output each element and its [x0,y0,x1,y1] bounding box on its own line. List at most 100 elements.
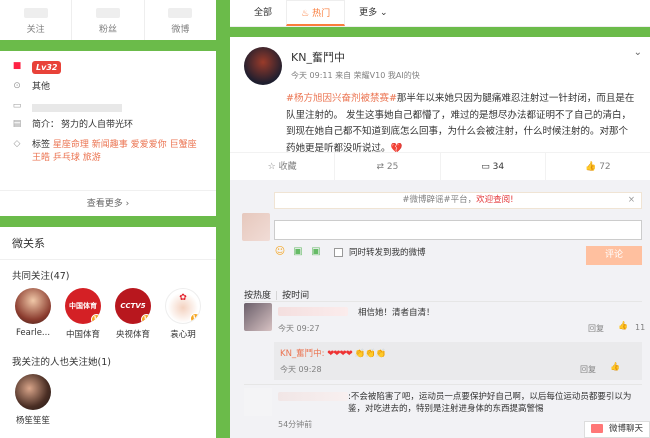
commenter-avatar[interactable] [244,388,272,416]
reply-time: 今天 09:28 [280,365,322,374]
comment-tools: ☺ ▣ ▣ 同时转发到我的微博 [274,246,426,258]
submit-comment-button[interactable]: 评论 [586,246,642,265]
stat-posts[interactable]: 微博 [145,0,216,40]
mail-icon [591,424,603,433]
intro-text: 努力的人自带光环 [61,120,134,130]
verified-icon: V [141,314,151,324]
my-avatar [242,213,270,241]
tag-icon: ◇ [13,139,21,149]
repost-icon: ⇄ [376,162,384,172]
thumbs-up-icon[interactable]: 👍 [610,362,620,371]
like-button[interactable]: 👍 72 [546,153,650,180]
image-icon[interactable]: ▣ [292,246,304,258]
repost-button[interactable]: ⇄ 25 [335,153,441,180]
birthday-text [32,104,122,112]
verified-icon: V [91,314,101,324]
weibo-chat-button[interactable]: 微博聊天 [584,421,650,438]
notice-link[interactable]: 欢迎查阅! [476,195,513,205]
mutual-follow-item[interactable]: CCTV5 V 央视体育 [108,288,158,340]
logo-text: CCTV5 [120,302,146,310]
collect-button[interactable]: ☆ 收藏 [230,153,336,180]
view-more-link[interactable]: 查看更多 › [0,190,216,216]
avatar: ✿ V [165,288,201,324]
author-avatar[interactable] [244,47,282,85]
hearts-emoji: ❤❤❤❤ [327,349,352,359]
tag-item[interactable]: 旅游 [83,153,101,163]
chevron-down-icon[interactable]: ⌄ [634,47,642,58]
mutual-follow-title[interactable]: 共同关注(47) [0,260,216,288]
profile-stats: 关注 粉丝 微博 [0,0,216,40]
avatar [15,374,51,410]
comment-time: 今天 09:27 [278,324,320,333]
tag-item[interactable]: 新闻趣事 [92,140,128,150]
post-text: #杨方旭因兴奋剂被禁赛#那半年以来她只因为腿痛难忍注射过一针封闭，而且是在队里注… [230,91,650,157]
tag-item[interactable]: 乒乓球 [53,153,80,163]
intro-icon: ▤ [12,119,22,129]
post-meta: 今天 09:11 来自 荣耀V10 我AI的快 [291,71,420,80]
thumbs-up-icon[interactable]: 👍 [618,321,628,330]
post-header: KN_奮鬥中 今天 09:11 来自 荣耀V10 我AI的快 [230,37,650,95]
comment-text: 相信她！清者自清！ [358,308,435,318]
common-follow-title[interactable]: 我关注的人也关注她(1) [0,340,216,374]
mutual-follow-item[interactable]: ✿ V 袁心玥 [158,288,208,340]
close-icon[interactable]: × [628,193,635,208]
reply-button[interactable]: 回复 [580,364,596,375]
post-actions: ☆ 收藏 ⇄ 25 ▭ 34 👍 72 [230,152,650,180]
chevron-down-icon: ⌄ [380,8,388,18]
level-badge[interactable]: Lv32 [32,61,62,74]
tags-label: 标签 [32,140,51,150]
weibo-post: KN_奮鬥中 今天 09:11 来自 荣耀V10 我AI的快 ⌄ #杨方旭因兴奋… [230,37,650,438]
author-name[interactable]: KN_奮鬥中 [291,49,420,65]
nested-reply: KN_奮鬥中: ❤❤❤❤ 👏👏👏 今天 09:28 回复 👍 [274,342,642,380]
image-icon[interactable]: ▣ [310,246,322,258]
commenter-name[interactable] [278,307,348,316]
stat-following[interactable]: 关注 [0,0,73,40]
logo-text: 中国体育 [69,302,97,310]
tag-item[interactable]: 巨蟹座 [170,140,197,150]
comment-button[interactable]: ▭ 34 [441,153,546,180]
sort-by-time[interactable]: 按时间 [282,291,309,301]
mutual-follow-item[interactable]: 中国体育 V 中国体育 [58,288,108,340]
relations-card: 微关系 共同关注(47) Fearle... 中国体育 V 中国体育 CCTV5… [0,227,216,438]
avatar: CCTV5 V [115,288,151,324]
comment-input[interactable] [274,220,642,240]
emoji-icon[interactable]: ☺ [274,246,286,258]
tab-all[interactable]: 全部 [240,0,286,26]
comment-sort-bar: 按热度 | 按时间 [244,291,310,301]
commenter-avatar[interactable] [244,303,272,331]
rumor-notice: #微博辟谣#平台，欢迎查阅! × [274,192,642,209]
reply-button[interactable]: 回复 [588,323,604,334]
comment-time: 54分钟前 [278,420,313,429]
avatar: 中国体育 V [65,288,101,324]
divider [244,301,642,302]
commenter-name[interactable] [278,392,348,401]
common-follow-list: 杨笙笙笙 [0,374,216,426]
intro-label: 简介： [32,120,60,130]
profile-info-card: ■ Lv32 ⊙ 其他 ▭ ▤ 简介： 努力的人自带光环 ◇ 标签 星座命理 新… [0,51,216,216]
comment-icon: ▭ [481,162,490,172]
tab-more[interactable]: 更多 ⌄ [345,0,401,26]
sync-repost-checkbox[interactable] [334,247,343,257]
bow-icon: ✿ [179,293,187,303]
tag-item[interactable]: 星座命理 [53,140,89,150]
mutual-follow-list: Fearle... 中国体育 V 中国体育 CCTV5 V 央视体育 ✿ V 袁… [0,288,216,340]
location-icon: ⊙ [13,81,21,91]
relations-title: 微关系 [0,227,216,260]
birthday-icon: ▭ [12,101,22,111]
comment-like-count: 11 [635,323,646,332]
mutual-follow-item[interactable]: Fearle... [8,288,58,340]
tag-item[interactable]: 爱爱爱你 [131,140,167,150]
common-follow-item[interactable]: 杨笙笙笙 [8,374,58,426]
stat-followers[interactable]: 粉丝 [72,0,145,40]
tag-item[interactable]: 王皓 [32,153,50,163]
verified-icon: V [190,313,200,323]
feed-tab-bar: 全部 ♨ 热门 更多 ⌄ [230,0,650,27]
reply-author[interactable]: KN_奮鬥中: [280,349,325,359]
tab-hot[interactable]: ♨ 热门 [286,0,346,26]
comment-section: #微博辟谣#平台，欢迎查阅! × ☺ ▣ ▣ 同时转发到我的微博 评论 按热度 |… [230,180,650,438]
sort-by-hot[interactable]: 按热度 [244,291,271,301]
hashtag-link[interactable]: #杨方旭因兴奋剂被禁赛# [286,93,397,104]
divider [244,384,642,385]
avatar [15,288,51,324]
comment-text: :不会被陷害了吧，运动员一点要保护好自己啊，以后每位运动员都要引以为鉴，对吃进去… [348,392,632,414]
